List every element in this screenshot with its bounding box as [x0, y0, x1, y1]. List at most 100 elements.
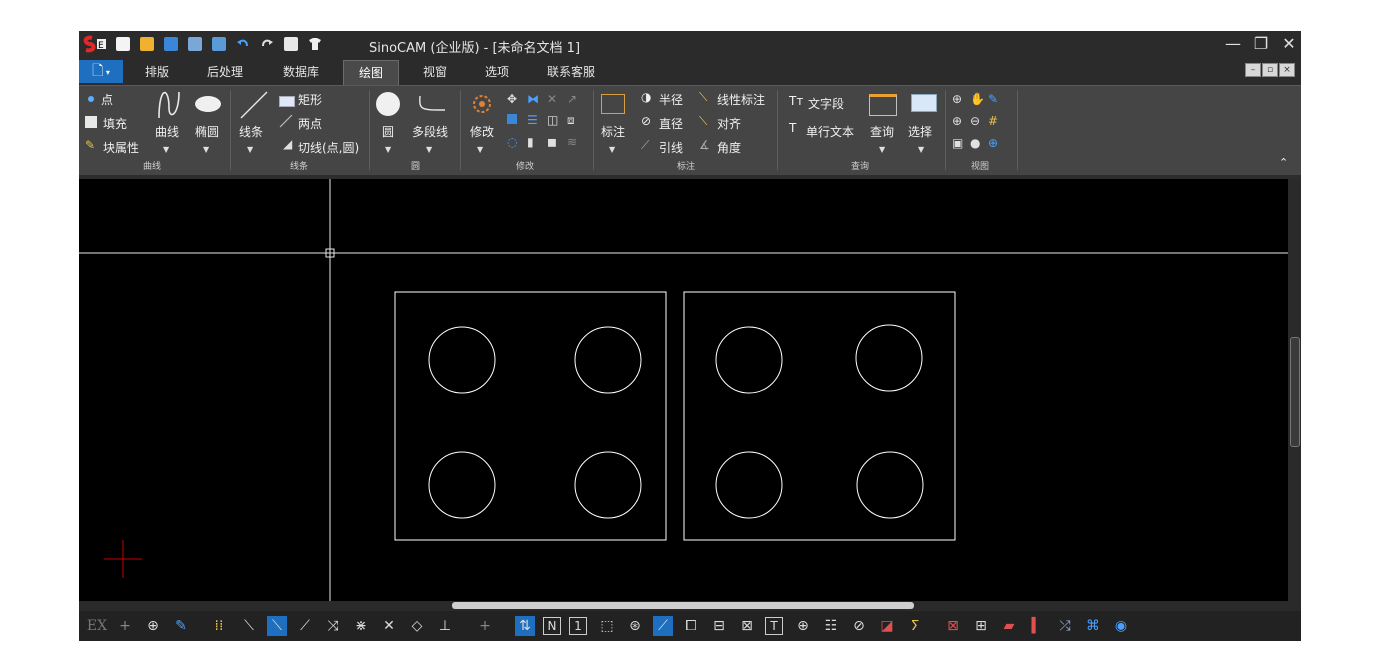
- horizontal-scroll-thumb[interactable]: [452, 602, 914, 609]
- hide-icon[interactable]: ⊘: [849, 616, 869, 636]
- tab-draw[interactable]: 绘图: [343, 60, 399, 86]
- print-icon[interactable]: [284, 37, 298, 51]
- draw-edit-icon[interactable]: ✎: [171, 616, 191, 636]
- vertical-scroll-thumb[interactable]: [1290, 337, 1300, 447]
- minimize-button[interactable]: —: [1221, 34, 1245, 54]
- window-grid-icon[interactable]: ⊞: [971, 616, 991, 636]
- command-icon[interactable]: ⌘: [1083, 616, 1103, 636]
- save-as-icon[interactable]: [188, 37, 202, 51]
- zoom-in-icon[interactable]: ⊕: [952, 92, 962, 106]
- vertical-scrollbar[interactable]: [1288, 179, 1301, 601]
- file-menu-button[interactable]: 🗋 ▾: [79, 60, 123, 83]
- block-attr-button[interactable]: 块属性: [103, 139, 139, 156]
- curve-dropdown-icon[interactable]: ▼: [163, 145, 169, 154]
- circle-button[interactable]: 圆: [382, 123, 394, 140]
- single-line-text-button[interactable]: 单行文本: [806, 123, 854, 140]
- horizontal-scrollbar[interactable]: [79, 601, 1301, 611]
- angle-dimension-button[interactable]: 角度: [717, 139, 741, 156]
- new-doc-icon[interactable]: [116, 37, 130, 51]
- layout-icon[interactable]: ⊟: [709, 616, 729, 636]
- zoom-out-icon[interactable]: ⊖: [970, 114, 980, 128]
- tab-view[interactable]: 视窗: [409, 60, 461, 85]
- polyline-dropdown-icon[interactable]: ▼: [426, 145, 432, 154]
- snap-perp-icon[interactable]: ⤨: [323, 616, 343, 636]
- query-button[interactable]: 查询: [870, 123, 894, 140]
- pan-icon[interactable]: ✋: [970, 92, 985, 106]
- crosshair-circle-icon[interactable]: ⊕: [793, 616, 813, 636]
- tab-contact-support[interactable]: 联系客服: [535, 60, 607, 85]
- extend-icon[interactable]: ↗: [567, 92, 577, 106]
- no-edit-icon[interactable]: ⊠: [943, 616, 963, 636]
- book-icon[interactable]: ◫: [547, 113, 558, 127]
- snap-mid-icon[interactable]: ⋇: [351, 616, 371, 636]
- erase-icon[interactable]: ◼: [547, 135, 557, 149]
- circle-dropdown-icon[interactable]: ▼: [385, 145, 391, 154]
- annotate-button[interactable]: 标注: [601, 123, 625, 140]
- diameter-button[interactable]: 直径: [659, 115, 683, 132]
- crosshair-icon[interactable]: +: [115, 616, 135, 636]
- list-icon[interactable]: ☰: [527, 113, 538, 127]
- two-point-button[interactable]: 两点: [298, 115, 322, 132]
- radius-button[interactable]: 半径: [659, 91, 683, 108]
- target-icon[interactable]: ⊕: [143, 616, 163, 636]
- open-folder-icon[interactable]: [140, 37, 154, 51]
- tab-postprocess[interactable]: 后处理: [193, 60, 257, 85]
- rotate-icon[interactable]: ◌: [507, 135, 517, 149]
- redo-icon[interactable]: [260, 37, 274, 51]
- copy-icon[interactable]: ▮: [527, 135, 534, 149]
- app-info-icon[interactable]: ◉: [1111, 616, 1131, 636]
- box-icon[interactable]: ◪: [877, 616, 897, 636]
- ex-button[interactable]: EX: [85, 616, 109, 636]
- shuffle-icon[interactable]: ⤮: [1055, 616, 1075, 636]
- shirt-icon[interactable]: [308, 37, 322, 51]
- annotate-dropdown-icon[interactable]: ▼: [609, 145, 615, 154]
- snap-quadrant-icon[interactable]: ◇: [407, 616, 427, 636]
- dot-grid-icon[interactable]: ⁞⁞: [209, 616, 229, 636]
- swap-icon[interactable]: ⇅: [515, 616, 535, 636]
- center-icon[interactable]: ⊛: [625, 616, 645, 636]
- tab-database[interactable]: 数据库: [269, 60, 333, 85]
- close-button[interactable]: ✕: [1277, 34, 1301, 54]
- snap-intersection-icon[interactable]: ✕: [379, 616, 399, 636]
- snap-line-icon[interactable]: ⟍: [267, 616, 287, 636]
- modify-button[interactable]: 修改: [470, 123, 494, 140]
- query-dropdown-icon[interactable]: ▼: [879, 145, 885, 154]
- mirror-icon[interactable]: ⧓: [527, 92, 539, 106]
- point-button[interactable]: 点: [101, 91, 113, 108]
- trim-icon[interactable]: ✕: [547, 92, 557, 106]
- mdi-close-button[interactable]: ×: [1279, 63, 1295, 77]
- fit-all-icon[interactable]: ▣: [952, 136, 963, 150]
- ortho-icon[interactable]: +: [475, 616, 495, 636]
- fill-button[interactable]: 填充: [103, 115, 127, 132]
- marker-icon[interactable]: ▍: [1027, 616, 1047, 636]
- zoom-prev-icon[interactable]: ●: [970, 136, 980, 150]
- ellipse-button[interactable]: 椭圆: [195, 123, 219, 140]
- drawing-canvas[interactable]: [79, 179, 1288, 601]
- restore-button[interactable]: ❐: [1249, 34, 1273, 54]
- rectangle-button[interactable]: 矩形: [298, 91, 322, 108]
- text-button[interactable]: T: [765, 617, 783, 635]
- line-dropdown-icon[interactable]: ▼: [247, 145, 253, 154]
- offset-icon[interactable]: ≋: [567, 135, 577, 149]
- linear-dimension-button[interactable]: 线性标注: [717, 91, 765, 108]
- select-box-icon[interactable]: ⬚: [597, 616, 617, 636]
- frame-icon[interactable]: ⧠: [681, 616, 701, 636]
- move-icon[interactable]: ✥: [507, 92, 517, 106]
- text-paragraph-button[interactable]: 文字段: [808, 95, 844, 112]
- wave-icon[interactable]: ⊠: [737, 616, 757, 636]
- align-dimension-button[interactable]: 对齐: [717, 115, 741, 132]
- line-button[interactable]: 线条: [239, 123, 263, 140]
- modify-dropdown-icon[interactable]: ▼: [477, 145, 483, 154]
- pencil-icon[interactable]: ✎: [988, 92, 998, 106]
- leader-button[interactable]: 引线: [659, 139, 683, 156]
- mdi-minimize-button[interactable]: –: [1245, 63, 1261, 77]
- zoom-window-icon[interactable]: ⊕: [952, 114, 962, 128]
- ellipse-dropdown-icon[interactable]: ▼: [203, 145, 209, 154]
- select-dropdown-icon[interactable]: ▼: [918, 145, 924, 154]
- app-logo-icon[interactable]: E: [82, 35, 108, 53]
- tab-layout[interactable]: 排版: [131, 60, 183, 85]
- undo-icon[interactable]: [236, 37, 250, 51]
- snap-perpendicular-icon[interactable]: ⊥: [435, 616, 455, 636]
- active-line-icon[interactable]: ⟋: [653, 616, 673, 636]
- curve-button[interactable]: 曲线: [155, 123, 179, 140]
